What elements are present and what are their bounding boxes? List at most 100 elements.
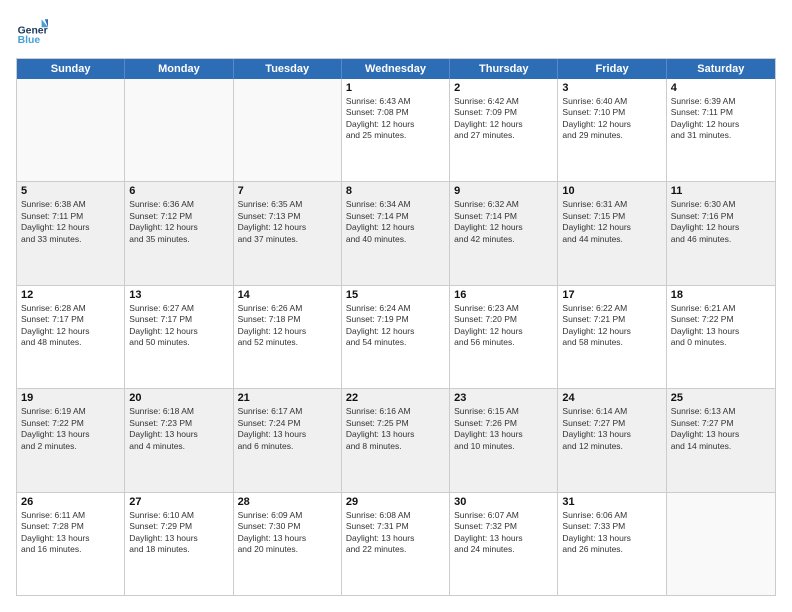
day-number: 14 [238,289,337,301]
day-number: 24 [562,392,661,404]
calendar-cell: 26 Sunrise: 6:11 AM Sunset: 7:28 PM Dayli… [17,493,125,595]
cell-info: Sunrise: 6:15 AM Sunset: 7:26 PM Dayligh… [454,406,553,452]
cell-info: Sunrise: 6:13 AM Sunset: 7:27 PM Dayligh… [671,406,771,452]
calendar-cell: 23 Sunrise: 6:15 AM Sunset: 7:26 PM Dayli… [450,389,558,491]
header: General Blue [16,16,776,48]
day-number: 21 [238,392,337,404]
calendar-cell: 7 Sunrise: 6:35 AM Sunset: 7:13 PM Daylig… [234,182,342,284]
day-number: 13 [129,289,228,301]
cell-info: Sunrise: 6:18 AM Sunset: 7:23 PM Dayligh… [129,406,228,452]
logo-icon: General Blue [16,16,48,48]
calendar-cell: 27Sunrise: 6:10 AM Sunset: 7:29 PM Dayli… [125,493,233,595]
cell-info: Sunrise: 6:10 AM Sunset: 7:29 PM Dayligh… [129,510,228,556]
cell-info: Sunrise: 6:40 AM Sunset: 7:10 PM Dayligh… [562,96,661,142]
cell-info: Sunrise: 6:34 AM Sunset: 7:14 PM Dayligh… [346,199,445,245]
cell-info: Sunrise: 6:07 AM Sunset: 7:32 PM Dayligh… [454,510,553,556]
day-header-sunday: Sunday [17,59,125,79]
day-header-thursday: Thursday [450,59,558,79]
calendar-cell: 1 Sunrise: 6:43 AM Sunset: 7:08 PM Daylig… [342,79,450,181]
cell-info: Sunrise: 6:14 AM Sunset: 7:27 PM Dayligh… [562,406,661,452]
day-number: 20 [129,392,228,404]
calendar-cell: 17 Sunrise: 6:22 AM Sunset: 7:21 PM Dayli… [558,286,666,388]
day-number: 23 [454,392,553,404]
day-number: 26 [21,496,120,508]
cell-info: Sunrise: 6:27 AM Sunset: 7:17 PM Dayligh… [129,303,228,349]
calendar-cell: 25 Sunrise: 6:13 AM Sunset: 7:27 PM Dayli… [667,389,775,491]
cell-info: Sunrise: 6:32 AM Sunset: 7:14 PM Dayligh… [454,199,553,245]
day-header-friday: Friday [558,59,666,79]
calendar-cell: 28Sunrise: 6:09 AM Sunset: 7:30 PM Dayli… [234,493,342,595]
cell-info: Sunrise: 6:43 AM Sunset: 7:08 PM Dayligh… [346,96,445,142]
calendar-cell: 11Sunrise: 6:30 AM Sunset: 7:16 PM Dayli… [667,182,775,284]
day-number: 12 [21,289,120,301]
calendar-cell: 20 Sunrise: 6:18 AM Sunset: 7:23 PM Dayli… [125,389,233,491]
day-number: 1 [346,82,445,94]
cell-info: Sunrise: 6:19 AM Sunset: 7:22 PM Dayligh… [21,406,120,452]
cell-info: Sunrise: 6:35 AM Sunset: 7:13 PM Dayligh… [238,199,337,245]
day-number: 17 [562,289,661,301]
calendar-cell: 22 Sunrise: 6:16 AM Sunset: 7:25 PM Dayli… [342,389,450,491]
day-number: 11 [671,185,771,197]
calendar-cell: 30 Sunrise: 6:07 AM Sunset: 7:32 PM Dayli… [450,493,558,595]
calendar-cell: 29Sunrise: 6:08 AM Sunset: 7:31 PM Dayli… [342,493,450,595]
cell-info: Sunrise: 6:17 AM Sunset: 7:24 PM Dayligh… [238,406,337,452]
day-number: 22 [346,392,445,404]
day-header-saturday: Saturday [667,59,775,79]
calendar-cell: 12 Sunrise: 6:28 AM Sunset: 7:17 PM Dayli… [17,286,125,388]
calendar-row-0: 1 Sunrise: 6:43 AM Sunset: 7:08 PM Daylig… [17,79,775,182]
day-number: 3 [562,82,661,94]
calendar-row-3: 19 Sunrise: 6:19 AM Sunset: 7:22 PM Dayli… [17,389,775,492]
calendar-cell: 4 Sunrise: 6:39 AM Sunset: 7:11 PM Daylig… [667,79,775,181]
day-number: 7 [238,185,337,197]
cell-info: Sunrise: 6:28 AM Sunset: 7:17 PM Dayligh… [21,303,120,349]
calendar-row-1: 5 Sunrise: 6:38 AM Sunset: 7:11 PM Daylig… [17,182,775,285]
cell-info: Sunrise: 6:38 AM Sunset: 7:11 PM Dayligh… [21,199,120,245]
day-number: 16 [454,289,553,301]
calendar-cell: 14 Sunrise: 6:26 AM Sunset: 7:18 PM Dayli… [234,286,342,388]
day-number: 6 [129,185,228,197]
calendar-cell [125,79,233,181]
cell-info: Sunrise: 6:23 AM Sunset: 7:20 PM Dayligh… [454,303,553,349]
calendar-cell [234,79,342,181]
day-headers: SundayMondayTuesdayWednesdayThursdayFrid… [17,59,775,79]
calendar-cell: 19 Sunrise: 6:19 AM Sunset: 7:22 PM Dayli… [17,389,125,491]
day-number: 4 [671,82,771,94]
day-header-wednesday: Wednesday [342,59,450,79]
calendar-body: 1 Sunrise: 6:43 AM Sunset: 7:08 PM Daylig… [17,79,775,595]
cell-info: Sunrise: 6:22 AM Sunset: 7:21 PM Dayligh… [562,303,661,349]
day-number: 25 [671,392,771,404]
calendar-cell: 10Sunrise: 6:31 AM Sunset: 7:15 PM Dayli… [558,182,666,284]
cell-info: Sunrise: 6:11 AM Sunset: 7:28 PM Dayligh… [21,510,120,556]
cell-info: Sunrise: 6:26 AM Sunset: 7:18 PM Dayligh… [238,303,337,349]
calendar-cell: 31Sunrise: 6:06 AM Sunset: 7:33 PM Dayli… [558,493,666,595]
day-number: 5 [21,185,120,197]
cell-info: Sunrise: 6:09 AM Sunset: 7:30 PM Dayligh… [238,510,337,556]
calendar-row-4: 26 Sunrise: 6:11 AM Sunset: 7:28 PM Dayli… [17,493,775,595]
cell-info: Sunrise: 6:42 AM Sunset: 7:09 PM Dayligh… [454,96,553,142]
calendar-cell: 5 Sunrise: 6:38 AM Sunset: 7:11 PM Daylig… [17,182,125,284]
day-number: 18 [671,289,771,301]
calendar-cell: 15Sunrise: 6:24 AM Sunset: 7:19 PM Dayli… [342,286,450,388]
calendar-cell [17,79,125,181]
cell-info: Sunrise: 6:16 AM Sunset: 7:25 PM Dayligh… [346,406,445,452]
calendar-row-2: 12 Sunrise: 6:28 AM Sunset: 7:17 PM Dayli… [17,286,775,389]
logo: General Blue [16,16,52,48]
day-number: 10 [562,185,661,197]
day-number: 19 [21,392,120,404]
day-number: 31 [562,496,661,508]
cell-info: Sunrise: 6:08 AM Sunset: 7:31 PM Dayligh… [346,510,445,556]
day-header-tuesday: Tuesday [234,59,342,79]
calendar-cell: 6 Sunrise: 6:36 AM Sunset: 7:12 PM Daylig… [125,182,233,284]
day-number: 15 [346,289,445,301]
calendar-cell: 8Sunrise: 6:34 AM Sunset: 7:14 PM Daylig… [342,182,450,284]
day-number: 30 [454,496,553,508]
cell-info: Sunrise: 6:21 AM Sunset: 7:22 PM Dayligh… [671,303,771,349]
calendar-cell [667,493,775,595]
cell-info: Sunrise: 6:39 AM Sunset: 7:11 PM Dayligh… [671,96,771,142]
cell-info: Sunrise: 6:36 AM Sunset: 7:12 PM Dayligh… [129,199,228,245]
page: General Blue SundayMondayTuesdayWednesda… [0,0,792,612]
calendar-cell: 21 Sunrise: 6:17 AM Sunset: 7:24 PM Dayli… [234,389,342,491]
day-number: 9 [454,185,553,197]
calendar-cell: 16 Sunrise: 6:23 AM Sunset: 7:20 PM Dayli… [450,286,558,388]
calendar-cell: 13 Sunrise: 6:27 AM Sunset: 7:17 PM Dayli… [125,286,233,388]
